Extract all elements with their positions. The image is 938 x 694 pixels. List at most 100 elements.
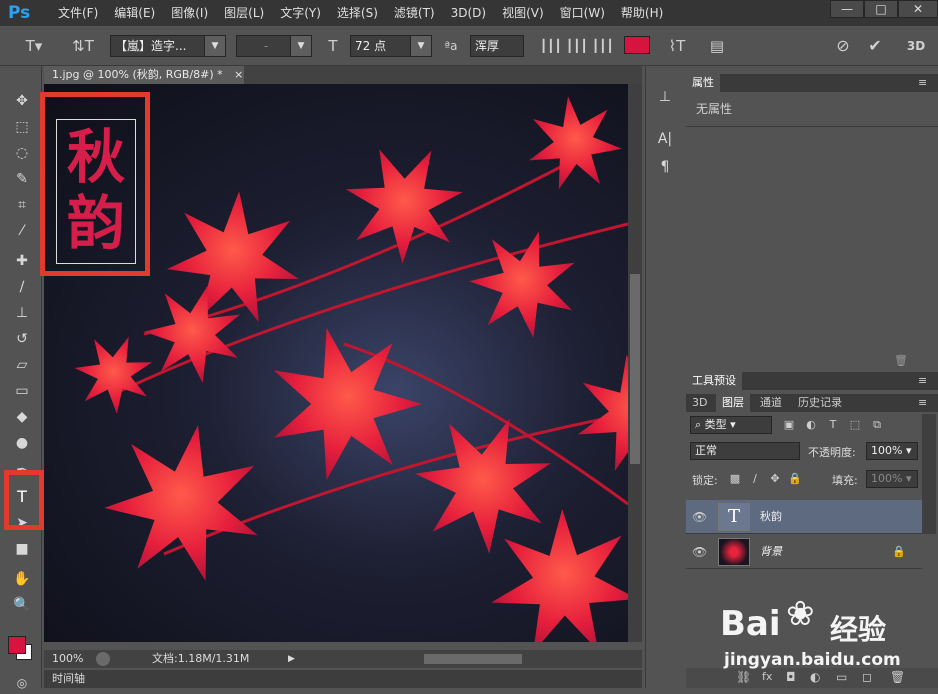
warp-text-icon[interactable]: ⌇T xyxy=(666,35,688,57)
tab-3d[interactable]: 3D xyxy=(686,394,713,412)
tool-presets-tab[interactable]: 工具预设 xyxy=(686,372,742,390)
font-style-dropdown[interactable]: ▼ xyxy=(290,35,312,57)
trash-icon[interactable]: 🗑 xyxy=(894,354,908,367)
maple-leaf xyxy=(104,425,258,581)
toggle-text-orientation-icon[interactable]: ⇅T xyxy=(72,35,94,57)
status-menu-icon[interactable] xyxy=(96,652,110,666)
menu-layer[interactable]: 图层(L) xyxy=(216,0,272,26)
menu-3d[interactable]: 3D(D) xyxy=(443,0,494,26)
close-document-icon[interactable]: × xyxy=(234,68,243,81)
layer-row-background[interactable]: 👁 背景 🔒 xyxy=(686,535,922,569)
minimize-button[interactable]: — xyxy=(830,0,864,18)
eye-icon[interactable]: 👁 xyxy=(692,545,708,559)
eraser-tool-icon[interactable]: ▱ xyxy=(11,354,33,376)
eyedropper-tool-icon[interactable]: ⁄ xyxy=(11,220,33,242)
maximize-button[interactable]: □ xyxy=(864,0,898,18)
lock-position-icon[interactable]: ✥ xyxy=(768,472,782,486)
blend-mode-select[interactable]: 正常 xyxy=(690,442,800,460)
brush-tool-icon[interactable]: ∕ xyxy=(11,276,33,298)
text-color-swatch[interactable] xyxy=(624,36,650,54)
filter-type-icon[interactable]: T xyxy=(826,418,840,432)
marquee-tool-icon[interactable]: ⬚ xyxy=(11,116,33,138)
menu-filter[interactable]: 滤镜(T) xyxy=(386,0,443,26)
lasso-tool-icon[interactable]: ◌ xyxy=(11,142,33,164)
tab-history[interactable]: 历史记录 xyxy=(792,394,848,412)
font-family-dropdown[interactable]: ▼ xyxy=(204,35,226,57)
properties-tab[interactable]: 属性 xyxy=(686,74,720,92)
filter-pixel-icon[interactable]: ▣ xyxy=(782,418,796,432)
crop-tool-icon[interactable]: ⌗ xyxy=(11,194,33,216)
layer-filter-select[interactable]: ⌕ 类型 ▾ xyxy=(690,416,772,434)
gradient-tool-icon[interactable]: ▭ xyxy=(11,380,33,402)
tab-layers[interactable]: 图层 xyxy=(716,394,750,412)
hand-tool-icon[interactable]: ✋ xyxy=(11,568,33,590)
menu-edit[interactable]: 编辑(E) xyxy=(106,0,163,26)
filter-adjust-icon[interactable]: ◐ xyxy=(804,418,818,432)
type-tool-preset-icon[interactable]: ꓔ▾ xyxy=(22,35,46,57)
dodge-tool-icon[interactable]: ● xyxy=(11,432,33,454)
status-arrow-icon[interactable]: ▶ xyxy=(288,650,295,668)
panel-menu-icon[interactable]: ≡ xyxy=(912,74,933,92)
vertical-scroll-thumb[interactable] xyxy=(630,274,640,464)
lock-icon: 🔒 xyxy=(892,545,906,558)
right-panel-dock: 属性 ≡ 无属性 🗑 工具预设 ≡ 3D 图层 通道 历史记录 ≡ ⌕ 类型 ▾… xyxy=(686,74,938,688)
filter-smart-icon[interactable]: ⧉ xyxy=(870,418,884,432)
history-brush-tool-icon[interactable]: ↺ xyxy=(11,328,33,350)
lock-image-icon[interactable]: ∕ xyxy=(748,472,762,486)
horizontal-scroll-thumb[interactable] xyxy=(424,654,522,664)
blend-mode-label: 正常 xyxy=(695,444,717,457)
layer-row-text[interactable]: 👁 T 秋韵 xyxy=(686,500,922,534)
lock-transparent-icon[interactable]: ▩ xyxy=(728,472,742,486)
move-tool-icon[interactable]: ✥ xyxy=(11,90,33,112)
rectangle-tool-icon[interactable]: ■ xyxy=(11,538,33,560)
healing-brush-tool-icon[interactable]: ✚ xyxy=(11,250,33,272)
layers-menu-icon[interactable]: ≡ xyxy=(912,394,933,412)
zoom-level[interactable]: 100% xyxy=(52,650,83,668)
quick-select-tool-icon[interactable]: ✎ xyxy=(11,168,33,190)
layers-scrollbar[interactable] xyxy=(922,414,936,534)
font-style-field[interactable]: - xyxy=(236,35,292,57)
maple-leaf xyxy=(491,509,628,642)
3d-mode-button[interactable]: 3D xyxy=(904,35,928,57)
cancel-edit-icon[interactable]: ⊘ xyxy=(832,35,854,57)
zoom-tool-icon[interactable]: 🔍 xyxy=(11,594,33,616)
canvas-vertical-scrollbar[interactable] xyxy=(628,84,642,642)
antialias-select[interactable]: 浑厚 xyxy=(470,35,524,57)
history-panel-icon[interactable]: ⊥ xyxy=(654,86,676,108)
timeline-panel-tab[interactable]: 时间轴 xyxy=(44,670,642,688)
foreground-color-swatch[interactable] xyxy=(8,636,26,654)
menu-window[interactable]: 窗口(W) xyxy=(552,0,613,26)
menu-view[interactable]: 视图(V) xyxy=(494,0,552,26)
font-size-dropdown[interactable]: ▼ xyxy=(410,35,432,57)
menu-file[interactable]: 文件(F) xyxy=(50,0,106,26)
menu-help[interactable]: 帮助(H) xyxy=(613,0,671,26)
character-panel-icon[interactable]: A| xyxy=(654,128,676,150)
lock-all-icon[interactable]: 🔒 xyxy=(788,472,802,486)
document-tab[interactable]: 1.jpg @ 100% (秋韵, RGB/8#) * × xyxy=(44,66,244,84)
align-right-icon[interactable]: ┃┃┃ xyxy=(592,35,614,57)
menu-type[interactable]: 文字(Y) xyxy=(272,0,329,26)
close-window-button[interactable]: ✕ xyxy=(898,0,938,18)
align-left-icon[interactable]: ┃┃┃ xyxy=(540,35,562,57)
eye-icon[interactable]: 👁 xyxy=(692,510,708,524)
menu-image[interactable]: 图像(I) xyxy=(163,0,216,26)
menu-select[interactable]: 选择(S) xyxy=(329,0,386,26)
document-tab-bar: 1.jpg @ 100% (秋韵, RGB/8#) * × xyxy=(44,66,642,84)
opacity-field[interactable]: 100% ▾ xyxy=(866,442,918,460)
layer-name[interactable]: 背景 xyxy=(760,535,782,569)
align-center-icon[interactable]: ┃┃┃ xyxy=(566,35,588,57)
font-size-field[interactable]: 72 点 xyxy=(350,35,412,57)
filter-shape-icon[interactable]: ⬚ xyxy=(848,418,862,432)
commit-edit-icon[interactable]: ✔ xyxy=(864,35,886,57)
quick-mask-icon[interactable]: ◎ xyxy=(11,672,33,694)
tool-presets-menu-icon[interactable]: ≡ xyxy=(912,372,933,390)
blur-tool-icon[interactable]: ◆ xyxy=(11,406,33,428)
paragraph-panel-icon[interactable]: ¶ xyxy=(654,156,676,178)
tab-channels[interactable]: 通道 xyxy=(754,394,788,412)
text-layer-thumbnail: T xyxy=(718,503,750,531)
fill-field[interactable]: 100% ▾ xyxy=(866,470,918,488)
font-family-field[interactable]: 【嵐】造字... xyxy=(110,35,206,57)
character-panel-icon[interactable]: ▤ xyxy=(706,35,728,57)
layer-name[interactable]: 秋韵 xyxy=(760,500,782,534)
clone-stamp-tool-icon[interactable]: ⊥ xyxy=(11,302,33,324)
